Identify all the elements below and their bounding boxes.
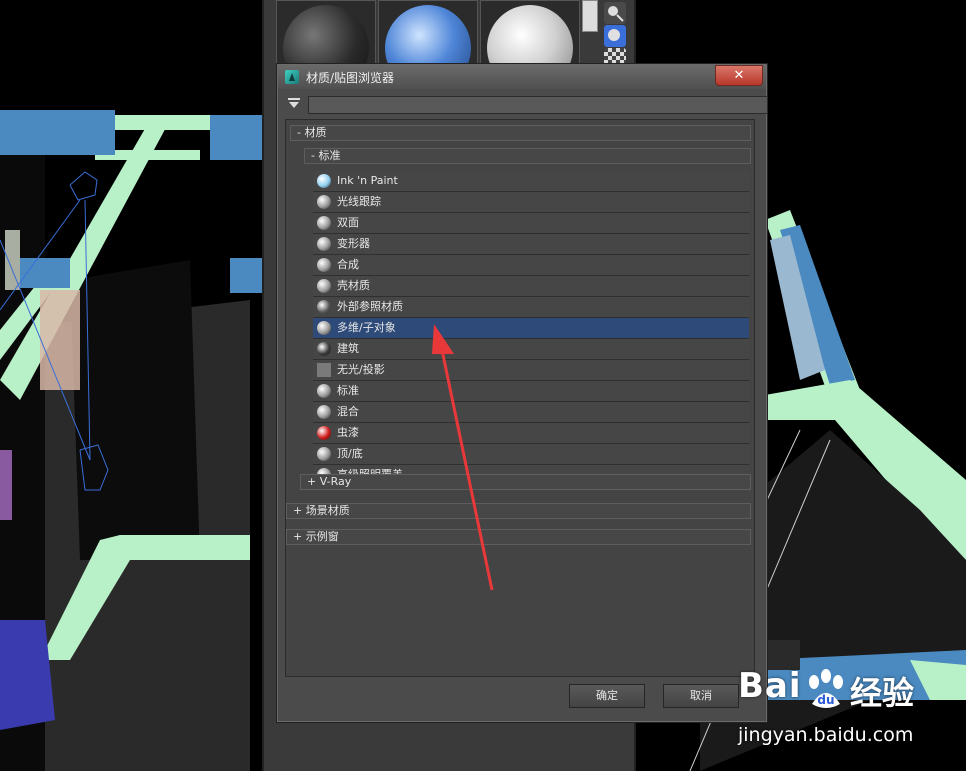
ok-button[interactable]: 确定 [569,684,645,708]
material-row[interactable]: 外部参照材质 [313,297,749,318]
3dsmax-app-icon [285,70,299,84]
material-label: 标准 [337,384,359,397]
material-browser-list: - 材质 - 标准 Ink 'n Paint 光线跟踪双面变形器合成壳材质外部参照… [285,119,755,677]
standard-material-list: Ink 'n Paint 光线跟踪双面变形器合成壳材质外部参照材质 多维/子对象 建筑… [313,171,749,486]
material-label: 合成 [337,258,359,271]
material-row[interactable]: 混合 [313,402,749,423]
shellac-icon [317,426,331,440]
multi-sub-object-icon [317,321,331,335]
material-label: 光线跟踪 [337,195,381,208]
architectural-icon [317,342,331,356]
ink-n-paint-icon [317,174,331,188]
material-label: 壳材质 [337,279,370,292]
group-materials[interactable]: - 材质 [290,125,751,141]
standard-icon [317,384,331,398]
group-sample-slots[interactable]: + 示例窗 [286,529,751,545]
material-row[interactable]: 无光/投影 [313,360,749,381]
material-row[interactable]: 双面 [313,213,749,234]
material-label: 虫漆 [337,426,359,439]
dialog-titlebar[interactable]: 材质/贴图浏览器 ✕ [278,65,766,89]
shell-material-icon [317,279,331,293]
xref-material-icon [317,300,331,314]
baidu-jingyan-text: 经验 [850,674,915,712]
sample-slot-3[interactable] [480,0,580,66]
material-row[interactable]: 合成 [313,255,749,276]
annotation-arrow [432,324,494,591]
material-label: 建筑 [337,342,359,355]
baidu-url-text: jingyan.baidu.com [738,724,914,746]
blend-icon [317,405,331,419]
cancel-button[interactable]: 取消 [663,684,739,708]
material-row[interactable]: Ink 'n Paint [313,171,749,192]
material-label: 外部参照材质 [337,300,403,313]
editor-scrollbar[interactable] [582,0,598,32]
baidu-logo-text: Bai [738,666,802,706]
group-standard[interactable]: - 标准 [304,148,751,164]
dialog-title: 材质/贴图浏览器 [306,71,395,85]
material-row[interactable]: 建筑 [313,339,749,360]
double-sided-icon [317,216,331,230]
matte-shadow-icon [317,363,331,377]
sample-sphere-white [487,5,573,65]
material-label: 顶/底 [337,447,363,460]
material-row[interactable]: 顶/底 [313,444,749,465]
sample-slot-2[interactable] [378,0,478,66]
material-label: 无光/投影 [337,363,385,376]
composite-icon [317,258,331,272]
material-row[interactable]: 虫漆 [313,423,749,444]
raytrace-icon [317,195,331,209]
material-row[interactable]: 变形器 [313,234,749,255]
svg-text:du: du [817,693,834,707]
material-label: 多维/子对象 [337,321,396,334]
material-label: 混合 [337,405,359,418]
morpher-icon [317,237,331,251]
material-label: 双面 [337,216,359,229]
baidu-watermark: Bai du 经验 jingyan.baidu.com [738,660,958,760]
close-button[interactable]: ✕ [715,65,763,86]
top-bottom-icon [317,447,331,461]
browser-toolbar [284,95,768,115]
baidu-paw-icon: du [809,669,843,708]
sample-type-icon[interactable] [604,25,626,47]
material-label: 变形器 [337,237,370,250]
material-label: Ink 'n Paint [337,174,398,187]
material-row[interactable]: 多维/子对象 [313,318,749,339]
sample-sphere-dark [283,5,369,65]
group-scene-materials[interactable]: + 场景材质 [286,503,751,519]
filter-dropdown-icon[interactable] [284,96,304,114]
magnify-icon[interactable] [604,2,626,24]
material-map-browser-dialog: 材质/贴图浏览器 ✕ - 材质 - 标准 Ink 'n Paint 光线跟踪双面变… [277,64,768,722]
sample-slot-1[interactable] [276,0,376,66]
material-row[interactable]: 壳材质 [313,276,749,297]
group-vray[interactable]: + V-Ray [300,474,751,490]
search-by-name-input[interactable] [308,96,768,114]
material-row[interactable]: 光线跟踪 [313,192,749,213]
material-row[interactable]: 标准 [313,381,749,402]
sample-sphere-sky [385,5,471,65]
